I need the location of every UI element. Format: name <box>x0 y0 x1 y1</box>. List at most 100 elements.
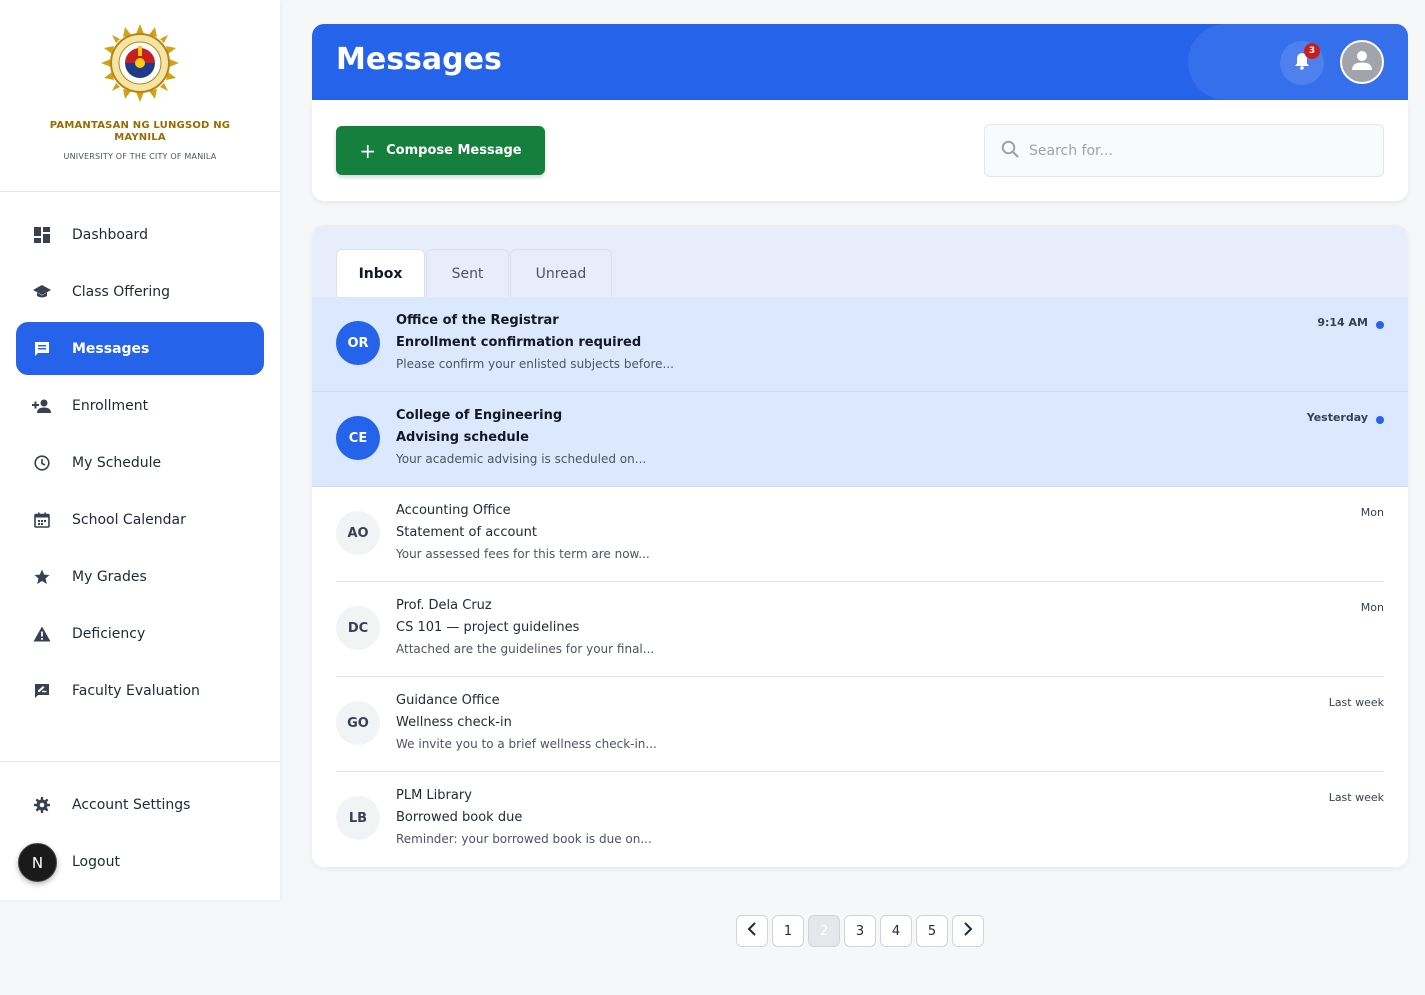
page-button-3[interactable]: 3 <box>844 915 876 947</box>
message-row[interactable]: AO Accounting Office Statement of accoun… <box>312 487 1408 582</box>
page-title: Messages <box>336 42 502 77</box>
message-time: Last week <box>1328 696 1384 709</box>
next-page-button[interactable] <box>952 915 984 947</box>
sidebar-nav: Dashboard Class Offering Messages Enroll… <box>0 192 280 717</box>
message-row[interactable]: OR Office of the Registrar Enrollment co… <box>312 297 1408 392</box>
search-input[interactable] <box>1029 142 1349 159</box>
message-sender: Accounting Office <box>396 503 511 518</box>
person-add-icon <box>32 396 52 416</box>
brand-header: PAMANTASAN NG LUNGSOD NG MAYNILA UNIVERS… <box>0 0 280 192</box>
message-sender: Prof. Dela Cruz <box>396 598 492 613</box>
page-header: Messages 3 <box>312 24 1408 100</box>
message-sender: PLM Library <box>396 788 472 803</box>
notifications-button[interactable]: 3 <box>1280 41 1324 85</box>
message-time: Yesterday <box>1306 411 1368 424</box>
message-subject: Borrowed book due <box>396 810 523 825</box>
chevron-left-icon <box>747 922 757 940</box>
tab-sent[interactable]: Sent <box>426 249 509 297</box>
user-avatar-button[interactable] <box>1340 40 1384 84</box>
pagination: 1 2 3 4 5 <box>736 915 984 947</box>
sidebar-item-dashboard[interactable]: Dashboard <box>16 208 264 261</box>
message-row[interactable]: DC Prof. Dela Cruz CS 101 — project guid… <box>312 582 1408 677</box>
sidebar-item-my-grades[interactable]: My Grades <box>16 550 264 603</box>
notification-count-badge: 3 <box>1304 43 1320 59</box>
dashboard-icon <box>32 225 52 245</box>
message-preview: Your academic advising is scheduled on..… <box>396 452 647 466</box>
message-tabs: Inbox Sent Unread <box>312 225 1408 297</box>
sidebar-item-deficiency[interactable]: Deficiency <box>16 607 264 660</box>
sidebar-item-messages[interactable]: Messages <box>16 322 264 375</box>
gear-icon <box>32 795 52 815</box>
sender-avatar: AO <box>336 511 380 555</box>
message-preview: Your assessed fees for this term are now… <box>396 547 650 561</box>
school-cap-icon <box>32 282 52 302</box>
message-row[interactable]: CE College of Engineering Advising sched… <box>312 392 1408 487</box>
clock-icon <box>32 453 52 473</box>
message-preview: Reminder: your borrowed book is due on..… <box>396 832 652 846</box>
page-button-1[interactable]: 1 <box>772 915 804 947</box>
message-time: 9:14 AM <box>1317 316 1368 329</box>
unread-dot-icon <box>1376 321 1384 329</box>
message-row[interactable]: LB PLM Library Borrowed book due Reminde… <box>312 772 1408 867</box>
sender-avatar: LB <box>336 796 380 840</box>
chevron-right-icon <box>963 922 973 940</box>
university-name: PAMANTASAN NG LUNGSOD NG MAYNILA <box>49 120 231 143</box>
university-subtitle: UNIVERSITY OF THE CITY OF MANILA <box>63 152 217 161</box>
sidebar-item-enrollment[interactable]: Enrollment <box>16 379 264 432</box>
rate-review-icon <box>32 681 52 701</box>
message-preview: Attached are the guidelines for your fin… <box>396 642 655 656</box>
sidebar-item-label: Faculty Evaluation <box>72 682 200 699</box>
message-sender: Guidance Office <box>396 693 500 708</box>
calendar-icon <box>32 510 52 530</box>
sidebar-item-school-calendar[interactable]: School Calendar <box>16 493 264 546</box>
tab-unread[interactable]: Unread <box>510 249 612 297</box>
page-button-5[interactable]: 5 <box>916 915 948 947</box>
warning-icon <box>32 624 52 644</box>
search-icon <box>1001 140 1019 162</box>
message-subject: Wellness check-in <box>396 715 512 730</box>
sidebar-item-label: Deficiency <box>72 625 146 642</box>
sidebar-item-my-schedule[interactable]: My Schedule <box>16 436 264 489</box>
sidebar-item-label: My Schedule <box>72 454 162 471</box>
sidebar-item-label: School Calendar <box>72 511 186 528</box>
chat-icon <box>32 339 52 359</box>
messages-card: Inbox Sent Unread OR Office of the Regis… <box>312 225 1408 867</box>
messages-toolbar: + Compose Message <box>312 100 1408 201</box>
sidebar-item-class-offering[interactable]: Class Offering <box>16 265 264 318</box>
sidebar-item-label: Messages <box>72 340 150 357</box>
message-preview: We invite you to a brief wellness check-… <box>396 737 657 751</box>
tab-inbox[interactable]: Inbox <box>336 249 425 297</box>
message-subject: Statement of account <box>396 525 537 540</box>
page-button-4[interactable]: 4 <box>880 915 912 947</box>
sidebar-item-label: Account Settings <box>72 796 191 813</box>
prev-page-button[interactable] <box>736 915 768 947</box>
sidebar-item-label: Class Offering <box>72 283 170 300</box>
sender-avatar: CE <box>336 416 380 460</box>
sidebar-item-faculty-evaluation[interactable]: Faculty Evaluation <box>16 664 264 717</box>
compose-message-button[interactable]: + Compose Message <box>336 126 545 175</box>
sidebar-item-label: Dashboard <box>72 226 148 243</box>
message-subject: Enrollment confirmation required <box>396 335 642 350</box>
sidebar-item-label: Logout <box>72 853 120 870</box>
sidebar: PAMANTASAN NG LUNGSOD NG MAYNILA UNIVERS… <box>0 0 280 900</box>
sidebar-item-label: Enrollment <box>72 397 149 414</box>
floating-n-badge[interactable]: N <box>18 843 57 882</box>
message-time: Mon <box>1360 506 1384 519</box>
message-sender: Office of the Registrar <box>396 313 559 328</box>
message-sender: College of Engineering <box>396 408 563 423</box>
message-time: Mon <box>1360 601 1384 614</box>
star-icon <box>32 567 52 587</box>
message-subject: CS 101 — project guidelines <box>396 620 580 635</box>
sender-avatar: GO <box>336 701 380 745</box>
sidebar-item-account-settings[interactable]: Account Settings <box>16 778 264 831</box>
unread-dot-icon <box>1376 416 1384 424</box>
plus-icon: + <box>359 138 377 163</box>
compose-message-label: Compose Message <box>386 143 522 158</box>
university-seal-icon <box>101 24 179 102</box>
message-preview: Please confirm your enlisted subjects be… <box>396 357 674 371</box>
search-box <box>984 124 1384 177</box>
page-button-2[interactable]: 2 <box>808 915 840 947</box>
sidebar-item-label: My Grades <box>72 568 147 585</box>
sender-avatar: OR <box>336 321 380 365</box>
message-row[interactable]: GO Guidance Office Wellness check-in We … <box>312 677 1408 772</box>
